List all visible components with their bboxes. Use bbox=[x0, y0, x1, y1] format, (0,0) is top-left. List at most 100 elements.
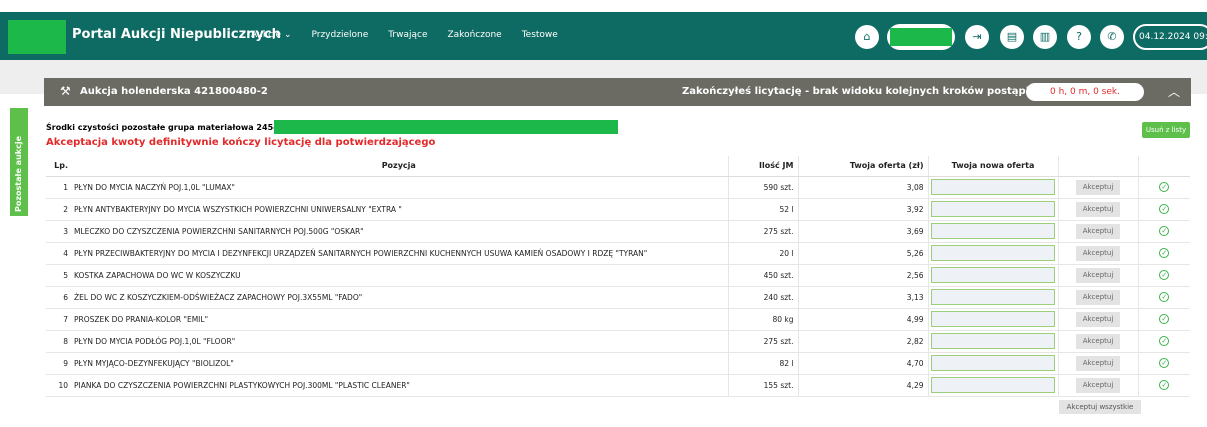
accept-all-button[interactable]: Akceptuj wszystkie bbox=[1059, 400, 1141, 414]
new-offer-input[interactable] bbox=[931, 311, 1055, 327]
nav-przydzielone[interactable]: Przydzielone bbox=[311, 30, 368, 40]
row-status-cell: ✓ bbox=[1137, 242, 1190, 265]
row-accept-cell: Akceptuj bbox=[1057, 242, 1138, 265]
accept-button[interactable]: Akceptuj bbox=[1076, 311, 1120, 327]
new-offer-input[interactable] bbox=[931, 377, 1055, 393]
new-offer-input[interactable] bbox=[931, 289, 1055, 305]
app-title[interactable]: Portal Aukcji Niepublicznych bbox=[72, 27, 281, 42]
accept-button[interactable]: Akceptuj bbox=[1076, 223, 1120, 239]
row-new-offer-cell bbox=[927, 264, 1058, 287]
logout-icon[interactable]: ⇥ bbox=[965, 25, 989, 49]
home-icon[interactable]: ⌂ bbox=[855, 25, 879, 49]
accept-button[interactable]: Akceptuj bbox=[1076, 377, 1120, 393]
accept-button[interactable]: Akceptuj bbox=[1076, 245, 1120, 261]
auction-header: ⚒ Aukcja holenderska 421800480-2 Zakończ… bbox=[44, 78, 1191, 106]
table-row: 1 PŁYN DO MYCIA NACZYŃ POJ.1,0L "LUMAX" 59… bbox=[46, 176, 1190, 199]
nav-testowe[interactable]: Testowe bbox=[522, 30, 558, 40]
table-row: 9 PŁYN MYJĄCO-DEZYNFEKUJĄCY "BIOLIZOL" 82 … bbox=[46, 352, 1190, 375]
header-offer: Twoja oferta (zł) bbox=[797, 156, 928, 177]
group-name: Środki czystości pozostałe grupa materia… bbox=[46, 123, 283, 132]
check-circle-icon: ✓ bbox=[1159, 226, 1170, 236]
row-position: KOSTKA ZAPACHOWA DO WC W KOSZYCZKU bbox=[70, 264, 728, 287]
new-offer-input[interactable] bbox=[931, 179, 1055, 195]
row-status-cell: ✓ bbox=[1137, 286, 1190, 309]
book-icon[interactable]: ▥ bbox=[1033, 25, 1057, 49]
auction-title: Aukcja holenderska 421800480-2 bbox=[80, 86, 268, 97]
row-lp: 10 bbox=[46, 374, 70, 397]
row-position: PŁYN DO MYCIA PODŁÓG POJ.1,0L "FLOOR" bbox=[70, 330, 728, 353]
new-offer-input[interactable] bbox=[931, 201, 1055, 217]
new-offer-input[interactable] bbox=[931, 223, 1055, 239]
row-position: PROSZEK DO PRANIA-KOLOR "EMIL" bbox=[70, 308, 728, 331]
chevron-down-icon: ⌄ bbox=[283, 30, 292, 40]
row-qty: 450 szt. bbox=[727, 264, 798, 287]
header-accept bbox=[1057, 156, 1138, 177]
nav-zakonczone[interactable]: Zakończone bbox=[448, 30, 502, 40]
row-accept-cell: Akceptuj bbox=[1057, 220, 1138, 243]
row-new-offer-cell bbox=[927, 330, 1058, 353]
phone-icon[interactable]: ✆ bbox=[1100, 25, 1124, 49]
remove-from-list-button[interactable]: Usuń z listy bbox=[1142, 122, 1190, 138]
table-row: 3 MLECZKO DO CZYSZCZENIA POWIERZCHNI SANI… bbox=[46, 220, 1190, 243]
new-offer-input[interactable] bbox=[931, 333, 1055, 349]
accept-button[interactable]: Akceptuj bbox=[1076, 333, 1120, 349]
row-new-offer-cell bbox=[927, 220, 1058, 243]
row-status-cell: ✓ bbox=[1137, 264, 1190, 287]
other-auctions-tab[interactable]: Pozostałe aukcje bbox=[10, 108, 28, 216]
row-offer: 3,69 bbox=[797, 220, 928, 243]
check-circle-icon: ✓ bbox=[1159, 380, 1170, 390]
row-lp: 2 bbox=[46, 198, 70, 221]
header-qty: Ilość JM bbox=[727, 156, 798, 177]
new-offer-input[interactable] bbox=[931, 245, 1055, 261]
row-qty: 590 szt. bbox=[727, 176, 798, 199]
row-new-offer-cell bbox=[927, 352, 1058, 375]
nav-aukcje[interactable]: Aukcje ⌄ bbox=[251, 30, 291, 40]
row-new-offer-cell bbox=[927, 308, 1058, 331]
table-row: 7 PROSZEK DO PRANIA-KOLOR "EMIL" 80 kg 4,99… bbox=[46, 308, 1190, 331]
new-offer-input[interactable] bbox=[931, 267, 1055, 283]
other-auctions-label: Pozostałe aukcje bbox=[14, 136, 23, 212]
accept-button[interactable]: Akceptuj bbox=[1076, 267, 1120, 283]
row-offer: 2,82 bbox=[797, 330, 928, 353]
nav-trwajace[interactable]: Trwające bbox=[388, 30, 427, 40]
user-badge-mask bbox=[890, 28, 952, 46]
user-badge[interactable] bbox=[887, 24, 955, 50]
check-circle-icon: ✓ bbox=[1159, 248, 1170, 258]
row-offer: 4,29 bbox=[797, 374, 928, 397]
help-icon[interactable]: ? bbox=[1067, 25, 1091, 49]
row-lp: 4 bbox=[46, 242, 70, 265]
auction-panel: Środki czystości pozostałe grupa materia… bbox=[44, 106, 1191, 418]
check-circle-icon: ✓ bbox=[1159, 204, 1170, 214]
row-offer: 4,99 bbox=[797, 308, 928, 331]
row-offer: 3,92 bbox=[797, 198, 928, 221]
table-row: 10 PIANKA DO CZYSZCZENIA POWIERZCHNI PLAS… bbox=[46, 374, 1190, 397]
row-position: PŁYN PRZECIWBAKTERYJNY DO MYCIA I DEZYNF… bbox=[70, 242, 728, 265]
row-accept-cell: Akceptuj bbox=[1057, 198, 1138, 221]
redacted-mask bbox=[274, 120, 618, 134]
check-circle-icon: ✓ bbox=[1159, 358, 1170, 368]
countdown-timer: 0 h, 0 m, 0 sek. bbox=[1026, 83, 1144, 101]
acceptance-warning: Akceptacja kwoty definitywnie kończy lic… bbox=[46, 137, 436, 148]
row-new-offer-cell bbox=[927, 286, 1058, 309]
new-offer-input[interactable] bbox=[931, 355, 1055, 371]
document-icon[interactable]: ▤ bbox=[1000, 25, 1024, 49]
row-new-offer-cell bbox=[927, 242, 1058, 265]
row-lp: 3 bbox=[46, 220, 70, 243]
row-qty: 240 szt. bbox=[727, 286, 798, 309]
accept-button[interactable]: Akceptuj bbox=[1076, 289, 1120, 305]
row-status-cell: ✓ bbox=[1137, 330, 1190, 353]
row-status-cell: ✓ bbox=[1137, 308, 1190, 331]
chevron-up-icon[interactable]: ︿ bbox=[1168, 83, 1180, 100]
header-position: Pozycja bbox=[70, 156, 728, 177]
accept-button[interactable]: Akceptuj bbox=[1076, 179, 1120, 195]
row-status-cell: ✓ bbox=[1137, 198, 1190, 221]
table-row: 8 PŁYN DO MYCIA PODŁÓG POJ.1,0L "FLOOR" 27… bbox=[46, 330, 1190, 353]
main-nav: Aukcje ⌄ Przydzielone Trwające Zakończon… bbox=[251, 30, 558, 40]
accept-button[interactable]: Akceptuj bbox=[1076, 355, 1120, 371]
row-position: MLECZKO DO CZYSZCZENIA POWIERZCHNI SANIT… bbox=[70, 220, 728, 243]
row-accept-cell: Akceptuj bbox=[1057, 286, 1138, 309]
row-lp: 5 bbox=[46, 264, 70, 287]
accept-button[interactable]: Akceptuj bbox=[1076, 201, 1120, 217]
logo[interactable] bbox=[8, 20, 66, 54]
row-qty: 155 szt. bbox=[727, 374, 798, 397]
